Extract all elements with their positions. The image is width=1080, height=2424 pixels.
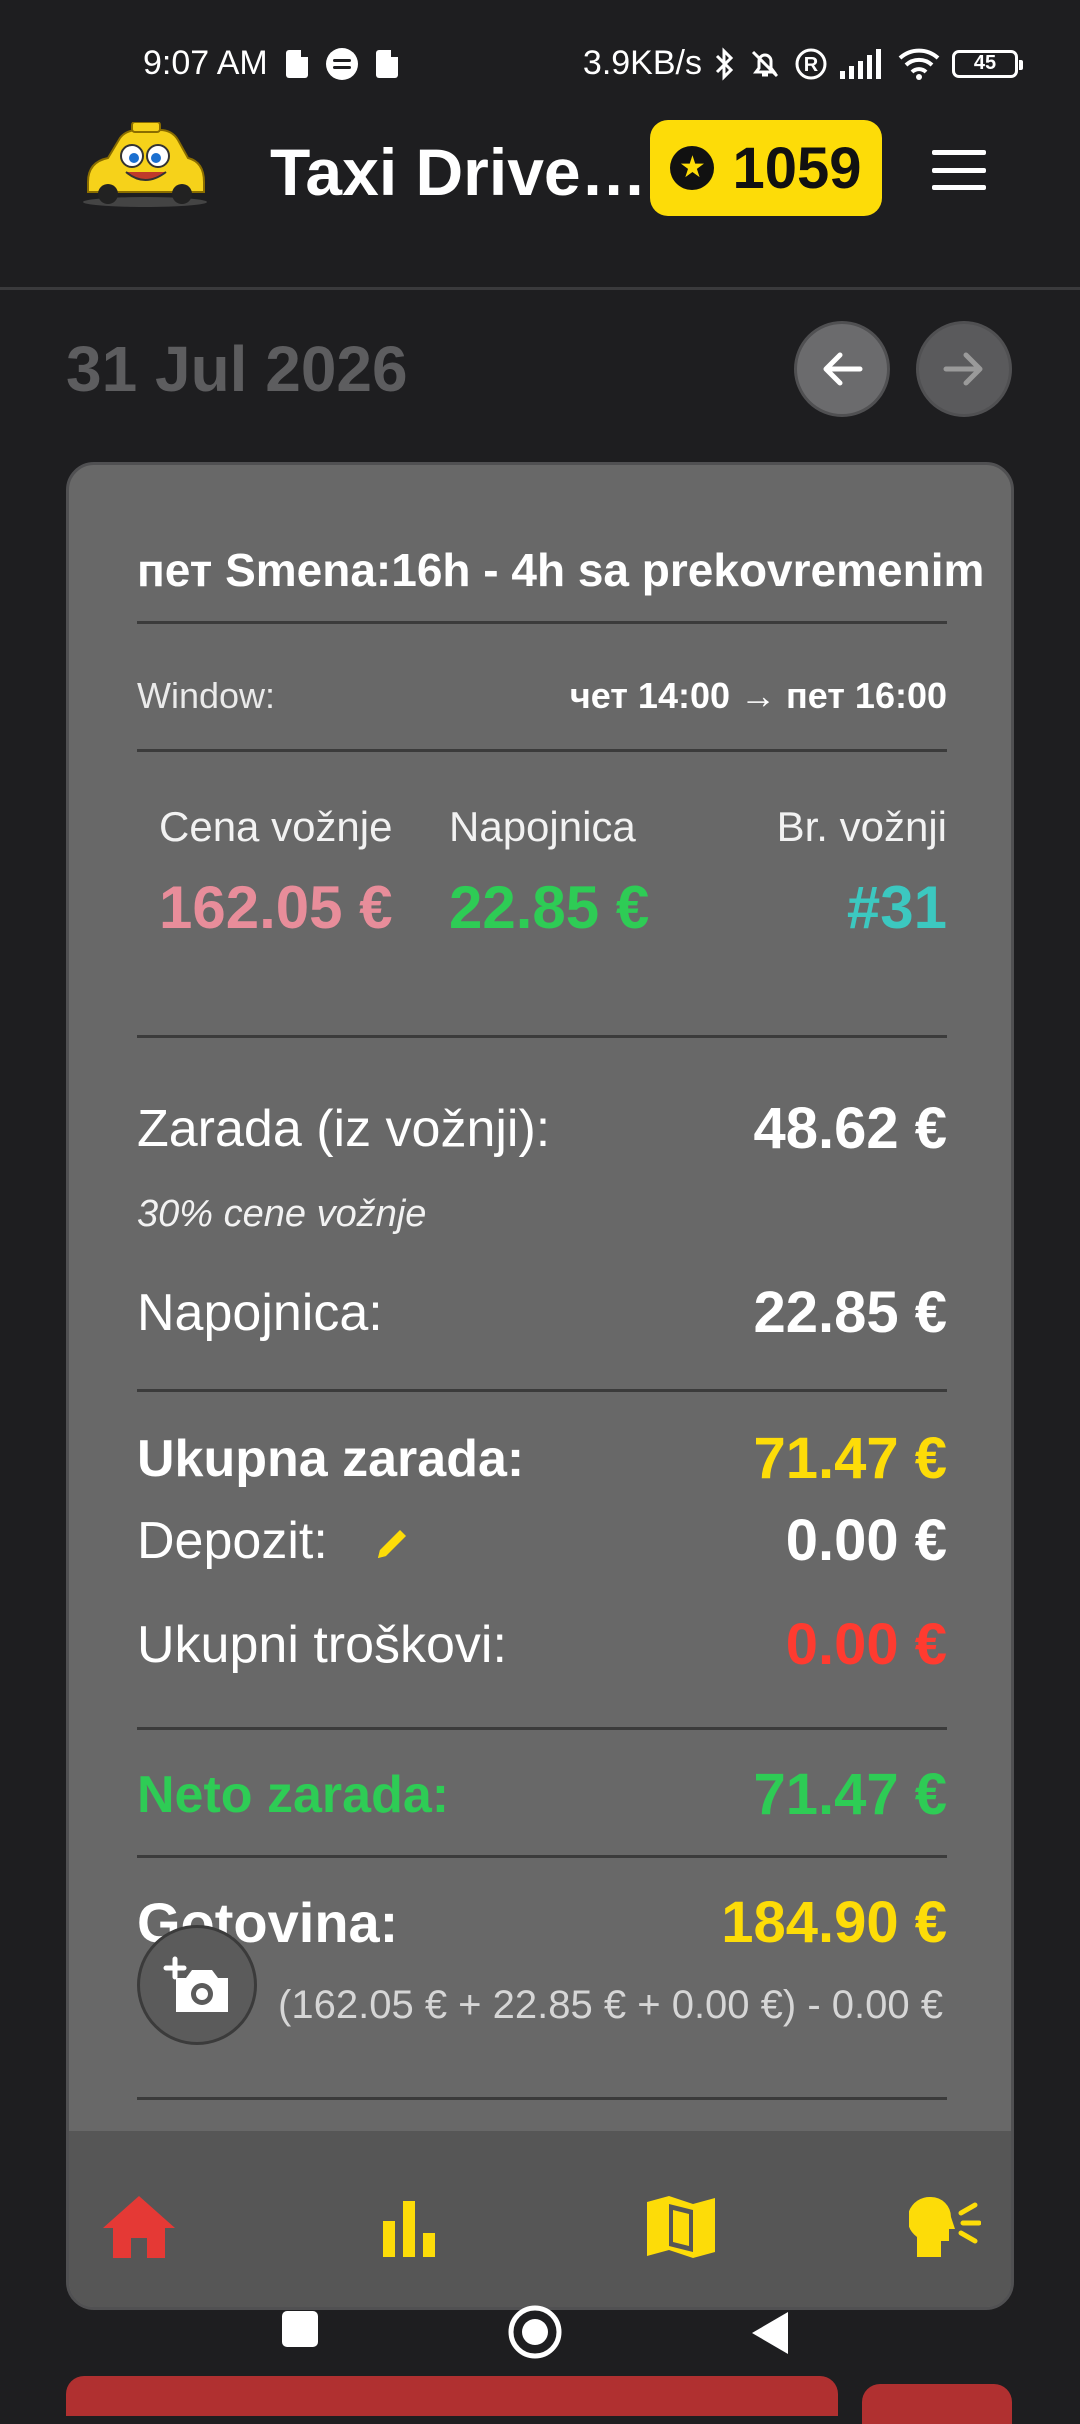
svg-text:R: R (804, 54, 819, 76)
window-row: Window: чет 14:00 → пет 16:00 (137, 675, 947, 717)
ride-price-label: Cena vožnje (159, 803, 393, 850)
ride-price-value: 162.05 € (159, 874, 393, 941)
tip-label: Napojnica (449, 803, 636, 850)
battery-level: 45 (973, 52, 997, 74)
earnings-tip-value: 22.85 € (753, 1280, 947, 1345)
arrow-right-icon (943, 352, 983, 386)
add-photo-button[interactable] (137, 1925, 257, 2045)
divider (137, 1855, 947, 1858)
window-value: чет 14:00 → пет 16:00 (569, 675, 947, 716)
triangle-back-icon (752, 2312, 788, 2354)
wifi-icon (898, 48, 940, 80)
window-label: Window: (137, 675, 276, 716)
hamburger-menu-icon[interactable] (932, 150, 986, 190)
bell-off-icon (751, 50, 779, 77)
divider (137, 1389, 947, 1392)
coins-badge[interactable]: ★ 1059 (650, 120, 882, 216)
total-costs-row: Ukupni troškovi: 0.00 € (137, 1611, 947, 1678)
divider (137, 1035, 947, 1038)
system-navigation-bar (0, 2300, 1080, 2370)
pencil-icon[interactable] (372, 1524, 412, 1564)
stat-tip: Napojnica 22.85 € (449, 803, 649, 942)
add-photo-camera-icon (163, 1956, 228, 2012)
status-left: 9:07 AM (143, 44, 398, 83)
earnings-rides-row: Zarada (iz vožnji): 48.62 € (137, 1095, 947, 1162)
app-bar: Taxi Driver... ★ 1059 (0, 110, 1080, 290)
total-costs-label: Ukupni troškovi: (137, 1615, 507, 1674)
earnings-rides-note: 30% cene vožnje (137, 1193, 427, 1235)
total-costs-value: 0.00 € (785, 1612, 947, 1677)
taxi-logo (83, 122, 207, 207)
total-earnings-value: 71.47 € (753, 1426, 947, 1491)
shift-title: пет Smena:16h - 4h sa prekovremenim (137, 544, 985, 596)
earnings-rides-value: 48.62 € (753, 1096, 947, 1161)
deposit-value: 0.00 € (785, 1508, 947, 1573)
divider (137, 749, 947, 752)
deposit-label: Depozit: (137, 1511, 328, 1570)
net-earnings-value: 71.47 € (753, 1762, 947, 1827)
total-earnings-row: Ukupna zarada: 71.47 € (137, 1425, 947, 1492)
earnings-tip-label: Napojnica: (137, 1283, 383, 1342)
status-right: 3.9KB/s R 45 (582, 44, 1023, 83)
pdf-file-icon (375, 49, 398, 78)
bluetooth-icon (715, 46, 734, 81)
circle-home-icon (508, 2305, 562, 2359)
network-speed: 3.9KB/s (582, 44, 702, 82)
cash-row: Gotovina: 184.90 € (137, 1889, 947, 1956)
deposit-row: Depozit: 0.00 € (137, 1507, 947, 1574)
previous-day-button[interactable] (794, 321, 890, 417)
arrow-left-icon (823, 352, 863, 386)
deposit-label-wrap: Depozit: (137, 1511, 412, 1571)
nav-home[interactable] (99, 2187, 179, 2267)
app-title: Taxi Driver... (270, 135, 648, 209)
earnings-rides-label: Zarada (iz vožnji): (137, 1099, 551, 1158)
rides-count-label: Br. vožnji (776, 803, 947, 850)
divider (137, 621, 947, 624)
tip-value: 22.85 € (449, 874, 650, 941)
coins-count: 1059 (732, 135, 862, 201)
bar-chart-icon (383, 2201, 435, 2257)
back-system-button[interactable] (750, 2310, 790, 2361)
square-icon (282, 2311, 318, 2347)
next-day-button[interactable] (916, 321, 1012, 417)
stats-row: Cena vožnje 162.05 € Napojnica 22.85 € B… (137, 803, 947, 941)
net-earnings-label: Neto zarada: (137, 1765, 450, 1824)
voice-speak-icon (909, 2196, 981, 2257)
stat-rides-count: Br. vožnji #31 (777, 803, 947, 942)
bottom-red-button-small[interactable] (862, 2384, 1012, 2424)
star-coin-icon: ★ (670, 146, 715, 190)
home-icon (103, 2196, 175, 2258)
bottom-navigation (69, 2131, 1011, 2307)
map-icon (647, 2196, 715, 2258)
shift-summary-card: пет Smena:16h - 4h sa prekovremenim Wind… (66, 462, 1014, 2310)
home-system-button[interactable] (507, 2304, 563, 2365)
nav-voice[interactable] (905, 2187, 985, 2267)
registered-icon: R (795, 48, 827, 79)
date-label: 31 Jul 2026 (66, 333, 408, 405)
total-earnings-label: Ukupna zarada: (137, 1429, 525, 1488)
cash-value: 184.90 € (721, 1890, 947, 1955)
rides-count-value: #31 (846, 874, 947, 941)
bottom-red-button[interactable] (66, 2376, 838, 2416)
nav-stats[interactable] (369, 2187, 449, 2267)
pdf-file-icon (285, 49, 308, 78)
status-time: 9:07 AM (143, 44, 268, 82)
nav-map[interactable] (641, 2187, 721, 2267)
net-earnings-row: Neto zarada: 71.47 € (137, 1761, 947, 1828)
divider (137, 1727, 947, 1730)
divider (137, 2097, 947, 2100)
recent-apps-button[interactable] (281, 2310, 319, 2353)
stat-ride-price: Cena vožnje 162.05 € (159, 803, 393, 942)
spotify-icon (325, 47, 358, 80)
signal-icon (840, 48, 881, 79)
cash-formula: (162.05 € + 22.85 € + 0.00 €) - 0.00 € (278, 1983, 943, 2027)
battery-icon: 45 (952, 49, 1023, 78)
earnings-tip-row: Napojnica: 22.85 € (137, 1279, 947, 1346)
